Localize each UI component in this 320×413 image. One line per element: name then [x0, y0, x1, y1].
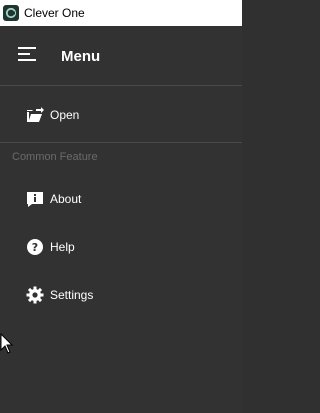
folder-open-icon [26, 106, 44, 124]
title-bar: Clever One [0, 0, 242, 26]
menu-item-settings[interactable]: Settings [0, 275, 242, 315]
mouse-cursor-icon [0, 332, 14, 355]
gear-icon [26, 286, 44, 304]
svg-text:?: ? [32, 241, 38, 254]
section-divider [0, 142, 242, 143]
window-title: Clever One [24, 6, 85, 20]
menu-item-open[interactable]: Open [0, 95, 242, 135]
app-window: Clever One Menu Open Common Feature Abou… [0, 0, 242, 413]
menu-item-settings-label: Settings [50, 288, 94, 302]
info-icon [26, 190, 44, 208]
menu-item-help-label: Help [50, 240, 75, 254]
help-icon: ? [26, 238, 44, 256]
menu-header: Menu [0, 26, 242, 85]
hamburger-icon[interactable] [18, 46, 38, 62]
header-divider [0, 85, 242, 86]
app-logo-icon [3, 5, 19, 21]
menu-item-help[interactable]: ? Help [0, 227, 242, 267]
menu-item-about-label: About [50, 192, 82, 206]
section-label-common-feature: Common Feature [12, 151, 98, 163]
menu-title: Menu [61, 48, 101, 65]
menu-item-open-label: Open [50, 108, 80, 122]
menu-item-about[interactable]: About [0, 179, 242, 219]
